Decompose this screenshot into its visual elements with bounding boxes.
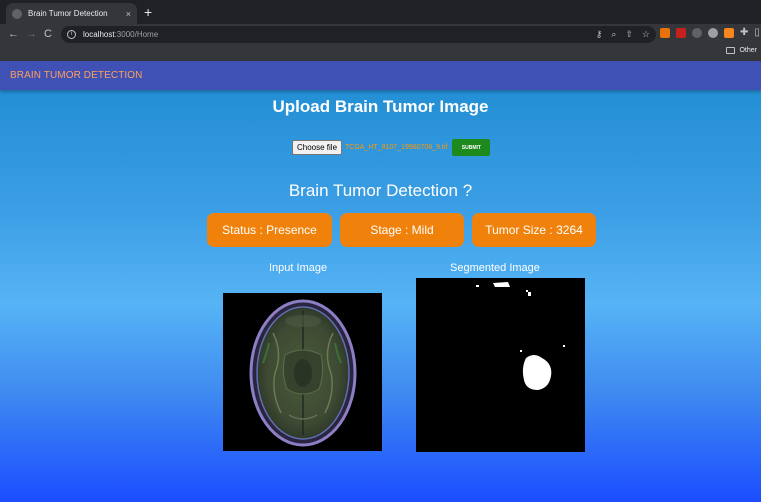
result-badges: Status : Presence Stage : Mild Tumor Siz… bbox=[207, 213, 596, 247]
upload-form: Choose file TCGA_HT_8107_19980708_9.tif … bbox=[292, 139, 491, 156]
detection-title: Brain Tumor Detection ? bbox=[288, 181, 473, 200]
new-tab-icon[interactable]: + bbox=[144, 5, 152, 19]
favicon-icon bbox=[12, 8, 22, 19]
other-bookmarks[interactable]: Other bbox=[726, 47, 757, 54]
bookmark-star-icon[interactable]: ☆ bbox=[642, 29, 650, 40]
status-badge: Status : Presence bbox=[207, 213, 332, 247]
input-image-label: Input Image bbox=[269, 262, 328, 274]
choose-file-button[interactable]: Choose file bbox=[292, 140, 343, 155]
extension-4-icon[interactable] bbox=[708, 28, 718, 38]
address-bar[interactable]: i localhost:3000/Home ⚷ ⌕ ⇧ ☆ bbox=[61, 26, 656, 43]
extensions-puzzle-icon[interactable]: ✚ bbox=[740, 28, 748, 38]
key-icon[interactable]: ⚷ bbox=[596, 29, 603, 40]
side-panel-icon[interactable]: ▯ bbox=[754, 28, 760, 38]
site-info-icon[interactable]: i bbox=[67, 30, 76, 39]
upload-title: Upload Brain Tumor Image bbox=[272, 97, 489, 116]
extensions-area: ✚ ▯ bbox=[660, 28, 760, 38]
app-header: BRAIN TUMOR DETECTION bbox=[0, 61, 761, 90]
url-path: :3000/Home bbox=[114, 30, 159, 39]
tab-close-icon[interactable]: × bbox=[126, 9, 131, 19]
omnibox-actions: ⚷ ⌕ ⇧ ☆ bbox=[596, 29, 650, 40]
stage-badge: Stage : Mild bbox=[340, 213, 464, 247]
segmented-image-label: Segmented Image bbox=[450, 262, 540, 274]
other-bookmarks-label: Other bbox=[739, 47, 757, 54]
input-image bbox=[223, 293, 382, 451]
bookmarks-bar: Other bbox=[0, 45, 761, 61]
tab-title: Brain Tumor Detection bbox=[28, 9, 108, 18]
browser-tabstrip: Brain Tumor Detection × + bbox=[0, 0, 761, 24]
segmented-image bbox=[416, 278, 585, 452]
segmentation-mask-graphic bbox=[416, 278, 585, 452]
extension-3-icon[interactable] bbox=[692, 28, 702, 38]
share-icon[interactable]: ⇧ bbox=[625, 29, 633, 40]
submit-button[interactable]: SUBMIT bbox=[452, 139, 491, 156]
selected-filename: TCGA_HT_8107_19980708_9.tif bbox=[345, 144, 448, 151]
extension-2-icon[interactable] bbox=[676, 28, 686, 38]
page-content: BRAIN TUMOR DETECTION Upload Brain Tumor… bbox=[0, 61, 761, 502]
extension-1-icon[interactable] bbox=[660, 28, 670, 38]
folder-icon bbox=[726, 47, 736, 54]
zoom-icon[interactable]: ⌕ bbox=[611, 29, 616, 40]
reload-icon[interactable]: C bbox=[44, 27, 52, 41]
back-icon[interactable]: ← bbox=[8, 27, 19, 41]
mri-scan-graphic bbox=[249, 299, 357, 447]
browser-toolbar: ← → C i localhost:3000/Home ⚷ ⌕ ⇧ ☆ ✚ ▯ bbox=[0, 24, 761, 45]
url-text: localhost:3000/Home bbox=[83, 30, 158, 39]
tumor-size-badge: Tumor Size : 3264 bbox=[472, 213, 596, 247]
metamask-icon[interactable] bbox=[724, 28, 734, 38]
url-host: localhost bbox=[83, 30, 115, 39]
forward-icon[interactable]: → bbox=[26, 27, 37, 41]
browser-tab[interactable]: Brain Tumor Detection × bbox=[6, 3, 137, 24]
app-brand[interactable]: BRAIN TUMOR DETECTION bbox=[10, 70, 142, 81]
